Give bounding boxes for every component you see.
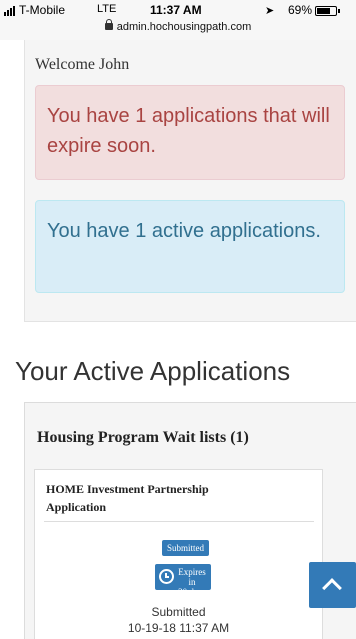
- active-alert: You have 1 active applications.: [35, 200, 345, 293]
- status-badge: Submitted: [162, 540, 210, 556]
- expires-badge: Expires in 30 days: [155, 564, 211, 597]
- waitlist-card: Housing Program Wait lists (1) HOME Inve…: [24, 402, 356, 639]
- application-item[interactable]: HOME Investment Partnership Application …: [34, 469, 323, 639]
- carrier-name: T-Mobile: [19, 3, 66, 17]
- scroll-to-top-button[interactable]: [309, 562, 356, 608]
- address-bar[interactable]: admin.hochousingpath.com: [0, 19, 356, 33]
- expires-line-1: Expires in: [178, 567, 206, 587]
- waitlist-title: Housing Program Wait lists (1): [37, 429, 249, 446]
- network-type: LTE: [97, 3, 117, 15]
- status-date: 10-19-18 11:37 AM: [127, 621, 230, 635]
- clock-time: 11:37 AM: [150, 3, 202, 17]
- url-text: admin.hochousingpath.com: [116, 21, 252, 33]
- expiring-alert: You have 1 applications that will expire…: [35, 85, 345, 180]
- expires-text: Expires in 30 days: [175, 567, 209, 597]
- status-label: Submitted: [151, 605, 206, 619]
- status-bar: T-Mobile LTE 11:37 AM ➤ 69% admin.hochou…: [0, 0, 356, 40]
- clock-icon: [159, 569, 174, 584]
- expires-line-2: 30 days: [178, 587, 206, 597]
- section-title: Your Active Applications: [15, 356, 291, 386]
- application-name[interactable]: HOME Investment Partnership Application: [46, 480, 246, 516]
- welcome-greeting: Welcome John: [35, 56, 130, 73]
- chevron-up-icon: [322, 578, 342, 598]
- lock-icon: [104, 19, 113, 30]
- location-arrow-icon: ➤: [265, 5, 275, 17]
- divider: [44, 521, 314, 522]
- welcome-panel: Welcome John You have 1 applications tha…: [24, 40, 356, 322]
- signal-bars-icon: [4, 6, 18, 16]
- battery-percent: 69%: [288, 3, 313, 17]
- battery-icon: [315, 6, 340, 16]
- status-row: T-Mobile LTE 11:37 AM ➤ 69%: [0, 3, 356, 19]
